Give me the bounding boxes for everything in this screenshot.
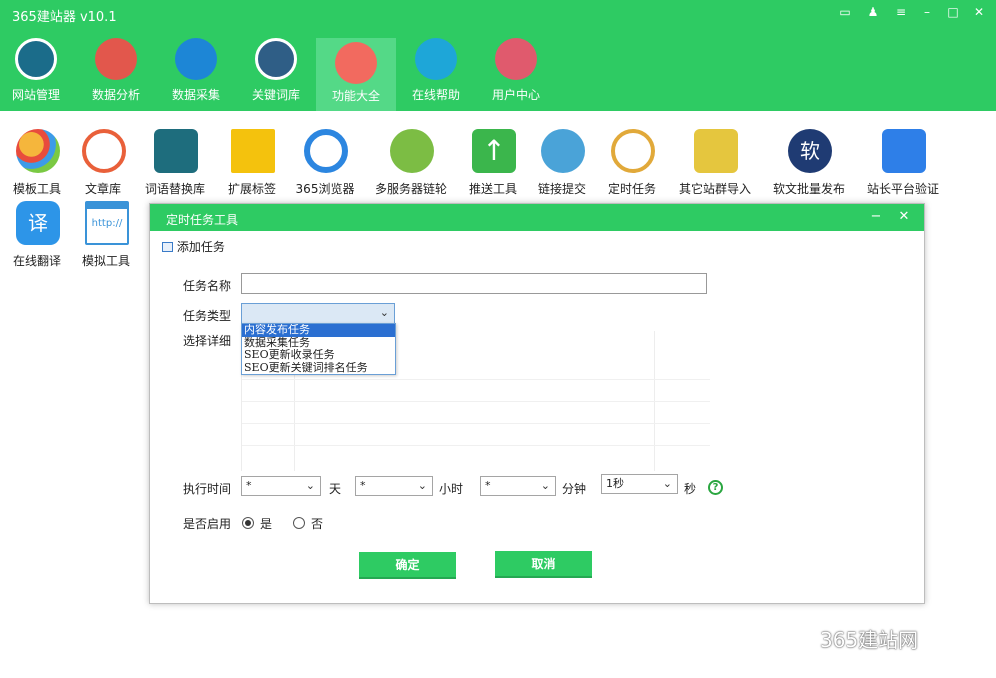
feedback-icon[interactable]: ▭ [836,3,854,21]
word-replace-icon [154,129,198,173]
translate-icon: 译 [16,201,60,245]
radio-enable-yes[interactable] [242,517,254,529]
option-content-publish[interactable]: 内容发布任务 [242,324,395,337]
nav-online-help[interactable]: 在线帮助 [396,32,476,111]
task-type-dropdown: 内容发布任务 数据采集任务 SEO更新收录任务 SEO更新关键词排名任务 [241,323,396,375]
help-icon[interactable]: ? [708,480,723,495]
article-library-icon [82,129,126,173]
push-arrow-icon: ↑ [472,129,516,173]
add-task-icon [162,242,173,252]
scheduled-task-dialog: 定时任务工具 − ✕ 添加任务 任务名称 任务类型 ⌄ 内容发布任务 数据采集任… [149,203,925,604]
data-collect-icon [175,38,217,80]
tool-365-browser[interactable]: 365浏览器 [283,129,367,199]
chevron-down-icon: ⌄ [417,479,427,492]
http-window-icon: http:// [85,201,129,245]
nav-data-collect[interactable]: 数据采集 [156,32,236,111]
option-seo-index[interactable]: SEO更新收录任务 [242,349,395,362]
dialog-titlebar[interactable]: 定时任务工具 − ✕ [150,204,924,231]
watermark: 365建站网 [820,628,919,652]
tool-webmaster-verify[interactable]: 站长平台验证 [861,129,945,199]
radio-no-label: 否 [311,517,324,531]
app-header: 365建站器 v10.1 ▭ ♟ ≡ – □ ✕ 网站管理 数据分析 数据采集 … [0,0,996,111]
day-unit: 天 [329,482,342,496]
template-tool-icon [16,129,60,173]
day-select[interactable]: * ⌄ [241,476,321,496]
hour-select[interactable]: * ⌄ [355,476,433,496]
second-unit: 秒 [684,482,697,496]
option-seo-keyword-rank[interactable]: SEO更新关键词排名任务 [242,362,395,375]
tool-soft-article[interactable]: 软 软文批量发布 [767,129,851,199]
online-help-icon [415,38,457,80]
detail-label: 选择详细 [183,334,232,348]
radio-enable-no[interactable] [293,517,305,529]
maximize-icon[interactable]: □ [944,3,962,21]
enable-label: 是否启用 [183,517,232,531]
dialog-title: 定时任务工具 [166,213,239,227]
extension-tags-icon [231,129,275,173]
clock-icon [611,129,655,173]
task-name-label: 任务名称 [183,279,232,293]
browser-icon [304,129,348,173]
tool-other-import[interactable]: 其它站群导入 [673,129,757,199]
menu-icon[interactable]: ≡ [892,3,910,21]
link-submit-icon [541,129,585,173]
option-data-collect[interactable]: 数据采集任务 [242,337,395,350]
nav-user-center[interactable]: 用户中心 [476,32,556,111]
nav-all-functions[interactable]: 功能大全 [316,38,396,111]
baidu-platform-icon [882,129,926,173]
cancel-button[interactable]: 取消 [495,551,592,578]
ok-button[interactable]: 确定 [359,552,456,579]
all-functions-icon [335,42,377,84]
chevron-down-icon: ⌄ [662,477,672,490]
nav-keyword-library[interactable]: 关键词库 [236,32,316,111]
close-icon[interactable]: ✕ [970,3,988,21]
keyword-library-icon [255,38,297,80]
dialog-close-icon[interactable]: ✕ [896,208,912,226]
nav-website-manage[interactable]: 网站管理 [0,32,76,111]
minimize-icon[interactable]: – [918,3,936,21]
tab-add-task[interactable]: 添加任务 [162,238,225,255]
data-analysis-icon [95,38,137,80]
nav-data-analysis[interactable]: 数据分析 [76,32,156,111]
chevron-down-icon: ⌄ [379,306,389,319]
task-type-label: 任务类型 [183,309,232,323]
chevron-down-icon: ⌄ [540,479,550,492]
dialog-minimize-icon[interactable]: − [868,208,884,226]
task-name-input[interactable] [241,273,707,294]
website-manage-icon [15,38,57,80]
app-title: 365建站器 v10.1 [12,10,117,25]
tool-simulate[interactable]: http:// 模拟工具 [64,201,148,271]
soft-article-icon: 软 [788,129,832,173]
task-type-select[interactable]: ⌄ [241,303,395,324]
skin-icon[interactable]: ♟ [864,3,882,21]
multi-server-icon [390,129,434,173]
user-center-icon [495,38,537,80]
chevron-down-icon: ⌄ [305,479,315,492]
second-select[interactable]: 1秒 ⌄ [601,474,678,494]
folder-import-icon [694,129,738,173]
radio-yes-label: 是 [260,517,273,531]
minute-select[interactable]: * ⌄ [480,476,556,496]
tool-scheduled-task[interactable]: 定时任务 [590,129,674,199]
minute-unit: 分钟 [562,482,587,496]
exec-time-label: 执行时间 [183,482,232,496]
hour-unit: 小时 [439,482,464,496]
